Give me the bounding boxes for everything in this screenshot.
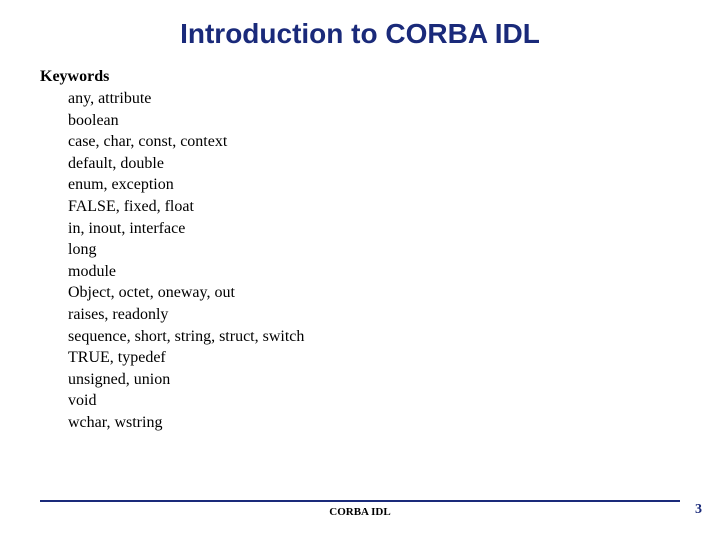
footer: CORBA IDL (40, 500, 680, 518)
keyword-line: unsigned, union (68, 369, 680, 391)
keyword-line: raises, readonly (68, 304, 680, 326)
keyword-line: long (68, 239, 680, 261)
keyword-line: boolean (68, 110, 680, 132)
keyword-line: FALSE, fixed, float (68, 196, 680, 218)
keyword-line: module (68, 261, 680, 283)
page-number: 3 (695, 502, 702, 518)
keyword-line: Object, octet, oneway, out (68, 282, 680, 304)
keyword-line: default, double (68, 153, 680, 175)
footer-divider (40, 500, 680, 502)
keyword-line: sequence, short, string, struct, switch (68, 326, 680, 348)
keyword-line: in, inout, interface (68, 218, 680, 240)
section-label: Keywords (40, 68, 680, 86)
keyword-line: case, char, const, context (68, 131, 680, 153)
slide-title: Introduction to CORBA IDL (40, 18, 680, 50)
content-block: Keywords any, attribute boolean case, ch… (40, 68, 680, 434)
keyword-line: any, attribute (68, 88, 680, 110)
keyword-line: enum, exception (68, 174, 680, 196)
keyword-line: wchar, wstring (68, 412, 680, 434)
keyword-line: TRUE, typedef (68, 347, 680, 369)
keyword-list: any, attribute boolean case, char, const… (40, 88, 680, 434)
footer-label: CORBA IDL (40, 506, 680, 518)
keyword-line: void (68, 390, 680, 412)
slide: Introduction to CORBA IDL Keywords any, … (0, 0, 720, 540)
